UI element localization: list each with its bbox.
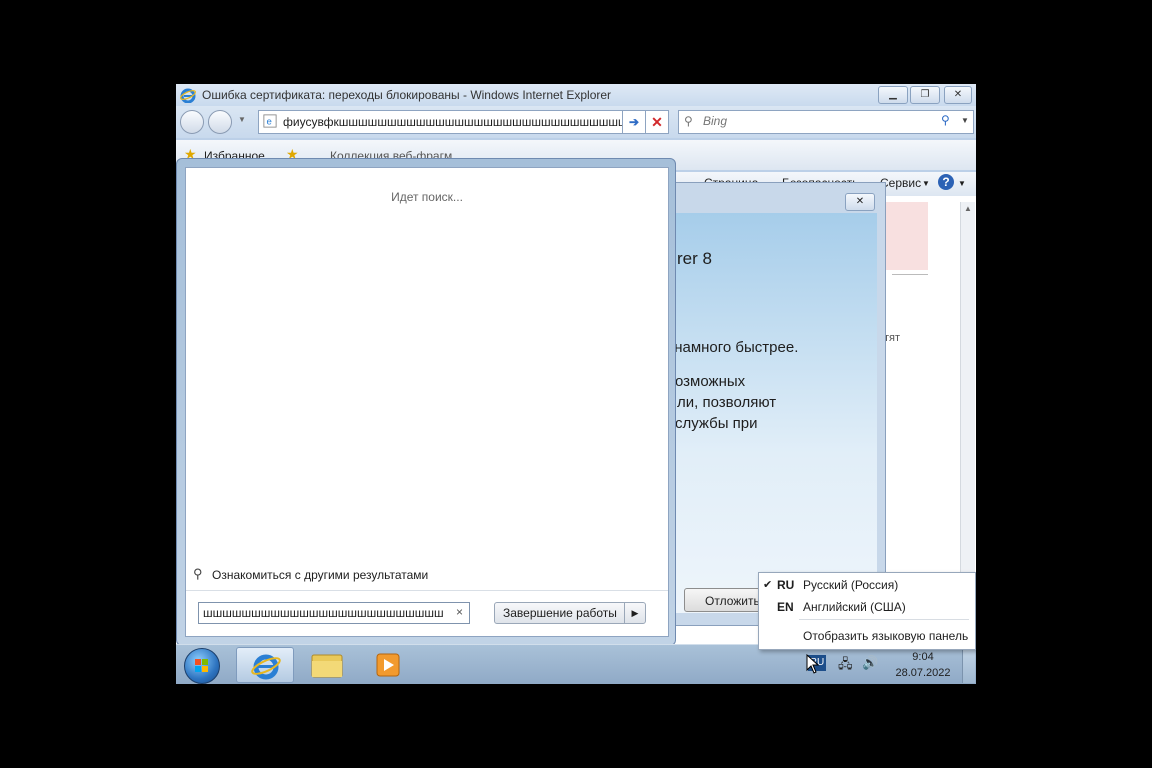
taskbar: RU 🖧 🔊 9:04 28.07.2022 <box>176 644 976 684</box>
system-clock[interactable]: 9:04 28.07.2022 <box>888 649 958 681</box>
mouse-pointer-icon <box>806 654 820 674</box>
shutdown-label: Завершение работы <box>503 606 617 620</box>
search-box[interactable]: ⚲ ⚲ ▼ <box>678 110 974 134</box>
volume-icon[interactable]: 🔊 <box>862 655 878 671</box>
tools-chevron-icon: ▼ <box>922 179 930 188</box>
start-search-input[interactable]: шшшшшшшшшшшшшшшшшшшшшшшшшш <box>203 606 443 620</box>
clock-time: 9:04 <box>912 651 934 663</box>
ie-taskbar-icon <box>251 654 281 680</box>
error-banner <box>884 202 928 270</box>
search-go-icon[interactable]: ⚲ <box>941 113 950 127</box>
start-search-box[interactable]: шшшшшшшшшшшшшшшшшшшшшшшшшш × <box>198 602 470 624</box>
clock-date: 28.07.2022 <box>895 667 951 679</box>
shutdown-button[interactable]: Завершение работы ▶ <box>494 602 646 624</box>
side-text: тят <box>884 332 901 344</box>
lang-code: EN <box>777 600 794 614</box>
back-button[interactable] <box>180 110 204 134</box>
dialog-body: rer 8 те намного быстрее. озможных ли, п… <box>653 213 877 613</box>
svg-text:e: e <box>267 117 272 128</box>
minimize-button[interactable]: ▁ <box>878 86 908 104</box>
page-icon: e <box>263 114 277 128</box>
show-language-bar-item[interactable]: Отобразить языковую панель <box>803 629 968 643</box>
start-menu: Идет поиск... ⚲ Ознакомиться с другими р… <box>176 158 676 646</box>
forward-button[interactable] <box>208 110 232 134</box>
start-button[interactable] <box>184 648 220 684</box>
lang-check-icon: ✔ <box>763 579 773 591</box>
dialog-text-1: те намного быстрее. <box>655 339 799 356</box>
stop-button[interactable]: ✕ <box>645 110 669 134</box>
scroll-up-icon[interactable]: ▲ <box>964 204 972 213</box>
taskbar-media-player-button[interactable] <box>360 647 418 683</box>
dialog-heading: rer 8 <box>677 249 712 268</box>
taskbar-explorer-button[interactable] <box>298 647 356 683</box>
divider <box>892 274 928 275</box>
network-icon[interactable]: 🖧 <box>838 655 853 677</box>
maximize-button[interactable]: ❐ <box>910 86 940 104</box>
searching-status: Идет поиск... <box>391 190 463 204</box>
window-title: Ошибка сертификата: переходы блокированы… <box>202 88 612 102</box>
navigation-bar: ▼ e фиусувфкшшшшшшшшшшшшшшшшшшшшшшшшшшшш… <box>176 106 976 138</box>
language-menu: ✔ RU Русский (Россия) EN Английский (США… <box>758 572 976 650</box>
ie-logo-icon <box>180 88 196 103</box>
start-separator <box>186 590 668 591</box>
lang-name: Английский (США) <box>803 600 906 614</box>
desktop-screen: Ошибка сертификата: переходы блокированы… <box>176 84 976 684</box>
search-icon: ⚲ <box>684 114 693 128</box>
lang-code: RU <box>777 578 795 592</box>
lang-name: Русский (Россия) <box>803 578 899 592</box>
ie8-welcome-dialog: ✕ rer 8 те намного быстрее. озможных ли,… <box>646 182 886 626</box>
start-menu-results: Идет поиск... ⚲ Ознакомиться с другими р… <box>185 167 669 637</box>
history-dropdown-icon[interactable]: ▼ <box>238 115 246 124</box>
help-icon[interactable]: ? <box>938 174 954 190</box>
shutdown-options-icon[interactable]: ▶ <box>624 603 645 623</box>
dialog-text-4: службы при <box>675 415 758 432</box>
see-more-results-link[interactable]: Ознакомиться с другими результатами <box>212 568 428 582</box>
show-desktop-button[interactable] <box>962 647 975 683</box>
address-text[interactable]: фиусувфкшшшшшшшшшшшшшшшшшшшшшшшшшшшшшшшш… <box>283 115 623 129</box>
search-input[interactable] <box>701 113 935 129</box>
lang-item-en[interactable]: EN Английский (США) <box>759 597 975 617</box>
dialog-text-2: озможных <box>675 373 746 390</box>
folder-icon <box>311 654 343 678</box>
lang-item-ru[interactable]: ✔ RU Русский (Россия) <box>759 575 975 595</box>
go-button[interactable]: ➔ <box>622 110 646 134</box>
search-results-icon: ⚲ <box>193 566 203 581</box>
clear-search-icon[interactable]: × <box>456 605 463 619</box>
help-chevron-icon: ▼ <box>958 179 966 188</box>
ie-title-bar[interactable]: Ошибка сертификата: переходы блокированы… <box>176 84 976 106</box>
tools-menu[interactable]: Сервис <box>880 176 921 190</box>
search-provider-dropdown-icon[interactable]: ▼ <box>961 116 969 125</box>
windows-logo-icon <box>195 659 208 672</box>
taskbar-ie-button[interactable] <box>236 647 294 683</box>
close-button[interactable]: ✕ <box>944 86 972 104</box>
dialog-text-3: ли, позволяют <box>677 394 777 411</box>
lang-menu-separator <box>799 619 969 620</box>
address-bar[interactable]: e фиусувфкшшшшшшшшшшшшшшшшшшшшшшшшшшшшшш… <box>258 110 646 134</box>
media-player-icon <box>376 653 400 677</box>
dialog-close-button[interactable]: ✕ <box>845 193 875 211</box>
